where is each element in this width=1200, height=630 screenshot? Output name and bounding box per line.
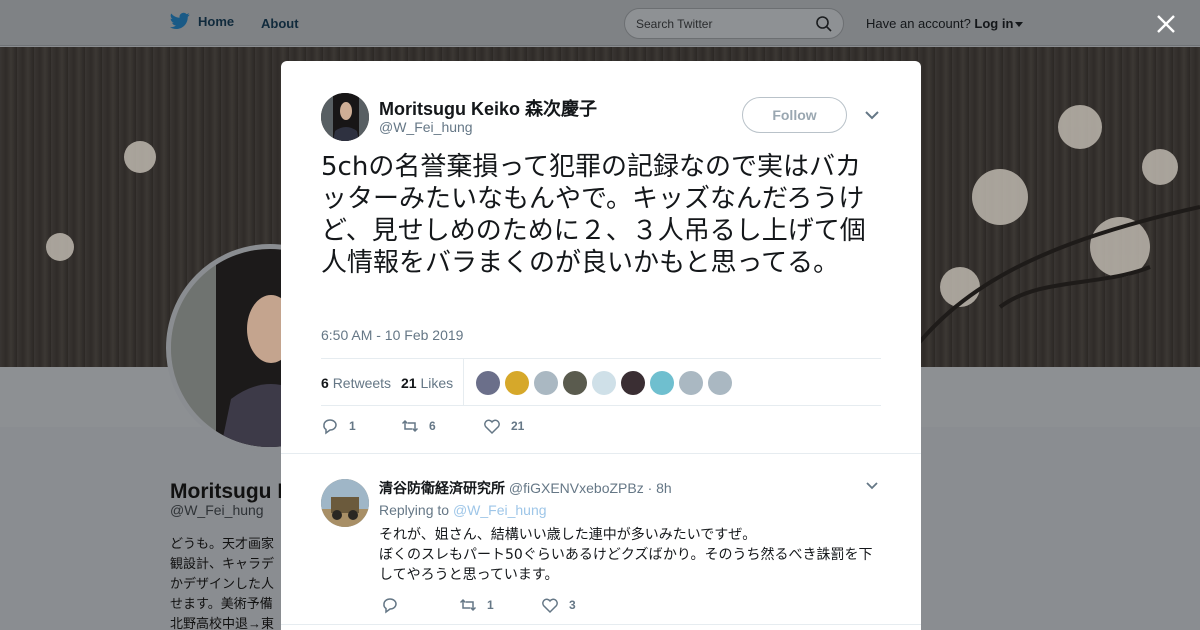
author-handle[interactable]: @W_Fei_hung [379,119,473,135]
twitter-bird-icon [170,12,190,30]
nav-home-label: Home [198,13,235,29]
likes-label: Likes [420,375,454,391]
reply-reply-action[interactable] [381,596,409,614]
reply-author-name[interactable]: 清谷防衛経済研究所 [379,480,505,496]
profile-bio-bg: どうも。天才画家 観設計、キャラデ かデザインした人 せます。美術予備 北野高校… [170,536,275,630]
reply-avatar[interactable] [321,479,369,527]
caret-down-icon[interactable] [1015,22,1024,28]
retweet-action[interactable]: 6 [401,417,436,435]
retweet-count: 6 [429,419,436,433]
reply-retweet-count: 1 [487,598,494,612]
replying-to: Replying to @W_Fei_hung [379,502,547,518]
top-nav: Home About Have an account? Log in [0,0,1200,46]
heart-icon [484,419,500,435]
reply-like-count: 3 [569,598,576,612]
login-area: Have an account? Log in [866,16,1024,31]
liker-avatar[interactable] [650,371,674,395]
liker-avatar[interactable] [592,371,616,395]
login-link[interactable]: Log in [974,16,1013,31]
tweet-text: 5chの名誉棄損って犯罪の記録なので実はバカッターみたいなもんやで。キッズなんだ… [321,152,866,278]
reply-photo [321,479,369,527]
replies-divider [281,453,921,463]
tweet-timestamp[interactable]: 6:50 AM - 10 Feb 2019 [321,327,463,343]
reply-header: 清谷防衛経済研究所 @fiGXENVxeboZPBz · 8h [379,478,672,498]
reply-count: 1 [349,419,356,433]
like-count: 21 [511,419,525,433]
nav-about[interactable]: About [261,16,299,31]
liker-avatar[interactable] [476,371,500,395]
chevron-down-icon[interactable] [864,109,880,121]
reply-icon [383,598,397,614]
liker-avatar[interactable] [534,371,558,395]
replying-to-link[interactable]: @W_Fei_hung [453,502,547,518]
liker-avatars [476,371,732,395]
liker-avatar[interactable] [679,371,703,395]
reply-icon [323,419,337,435]
tweet-modal: Moritsugu Keiko 森次慶子 @W_Fei_hung Follow … [281,61,921,630]
liker-avatar[interactable] [505,371,529,395]
search-icon[interactable] [815,15,833,33]
reply-like-action[interactable]: 3 [541,596,576,614]
tweet-stats: 6 Retweets 21 Likes [321,358,881,406]
heart-icon [542,598,558,614]
reply-action[interactable]: 1 [321,417,356,435]
search-box[interactable] [624,8,844,39]
retweets-label: Retweets [332,375,392,391]
reply-author-handle[interactable]: @fiGXENVxeboZPBz [509,480,644,496]
close-icon[interactable] [1154,12,1178,36]
replying-prefix: Replying to [379,502,450,518]
reply-retweet-action[interactable]: 1 [459,596,494,614]
liker-avatar[interactable] [708,371,732,395]
likes-stat[interactable]: 21 Likes [401,375,453,391]
stats-divider [463,359,464,405]
chevron-down-icon[interactable] [865,481,879,491]
retweets-count: 6 [321,375,329,391]
reply-time[interactable]: · 8h [648,480,672,496]
have-account-text: Have an account? [866,16,971,31]
author-avatar[interactable] [321,93,369,141]
retweet-icon [459,598,477,612]
reply-text: それが、姐さん、結構いい歳した連中が多いみたいですぜ。 ぼくのスレもパート50ぐ… [379,527,873,583]
nav-home[interactable]: Home [170,12,234,30]
liker-avatar[interactable] [563,371,587,395]
retweet-icon [401,419,419,433]
search-input[interactable] [636,15,806,33]
liker-avatar[interactable] [621,371,645,395]
retweets-stat[interactable]: 6 Retweets [321,375,391,391]
reply-bottom-divider [281,624,921,625]
profile-handle-bg: @W_Fei_hung [170,502,264,518]
like-action[interactable]: 21 [483,417,524,435]
author-photo [321,93,369,141]
author-name[interactable]: Moritsugu Keiko 森次慶子 [379,95,597,121]
likes-count: 21 [401,375,417,391]
follow-button[interactable]: Follow [742,97,847,133]
